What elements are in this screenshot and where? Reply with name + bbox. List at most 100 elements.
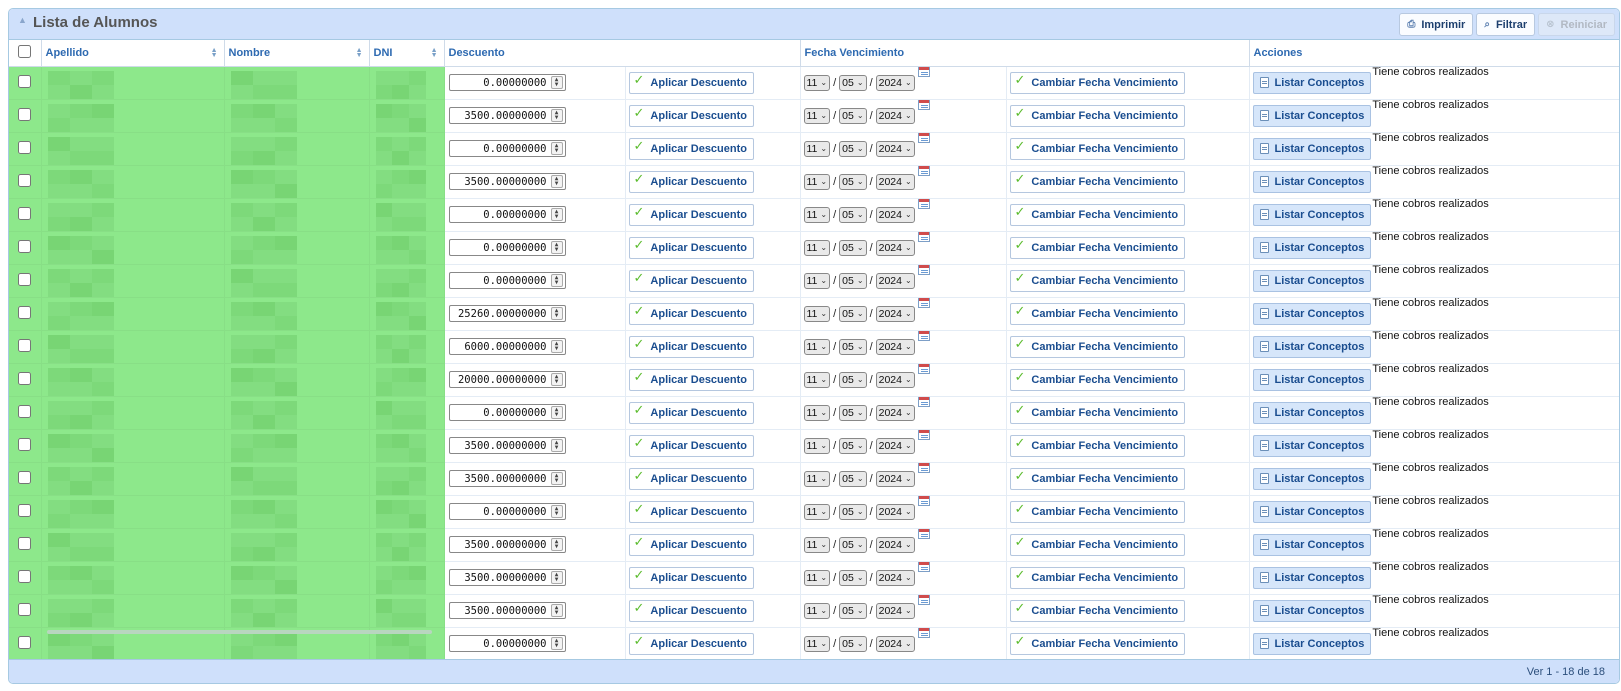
row-checkbox[interactable] (18, 272, 32, 286)
month-select[interactable]: 05 ⌄ (839, 536, 867, 553)
apply-discount-button[interactable]: ✓ Aplicar Descuento (628, 500, 754, 523)
row-checkbox[interactable] (18, 338, 32, 352)
month-select[interactable]: 05 ⌄ (839, 107, 867, 124)
spinner-icon[interactable]: ▲ ▼ (550, 373, 563, 386)
row-checkbox[interactable] (18, 635, 32, 649)
list-concepts-button[interactable]: Listar Conceptos (1252, 599, 1372, 622)
apply-discount-button[interactable]: ✓ Aplicar Descuento (628, 137, 754, 160)
list-concepts-button[interactable]: Listar Conceptos (1252, 533, 1372, 556)
month-select[interactable]: 05 ⌄ (839, 437, 867, 454)
month-select[interactable]: 05 ⌄ (839, 272, 867, 289)
month-select[interactable]: 05 ⌄ (839, 206, 867, 223)
change-date-button[interactable]: ✓ Cambiar Fecha Vencimiento (1009, 467, 1186, 490)
list-concepts-button[interactable]: Listar Conceptos (1252, 236, 1372, 259)
apply-discount-button[interactable]: ✓ Aplicar Descuento (628, 236, 754, 259)
day-select[interactable]: 11 ⌄ (803, 140, 831, 157)
month-select[interactable]: 05 ⌄ (839, 338, 867, 355)
apply-discount-button[interactable]: ✓ Aplicar Descuento (628, 335, 754, 358)
discount-input[interactable]: 25260.00000000 ▲ ▼ (448, 305, 566, 322)
spinner-icon[interactable]: ▲ ▼ (550, 538, 563, 551)
month-select[interactable]: 05 ⌄ (839, 569, 867, 586)
list-concepts-button[interactable]: Listar Conceptos (1252, 632, 1372, 655)
row-checkbox[interactable] (18, 371, 32, 385)
day-select[interactable]: 11 ⌄ (803, 437, 831, 454)
change-date-button[interactable]: ✓ Cambiar Fecha Vencimiento (1009, 335, 1186, 358)
discount-input[interactable]: 3500.00000000 ▲ ▼ (448, 107, 566, 124)
filter-button[interactable]: ⌕ Filtrar (1476, 13, 1536, 36)
calendar-icon[interactable] (917, 429, 930, 440)
column-header-dni[interactable]: DNI ▲ ▼ (369, 40, 445, 67)
day-select[interactable]: 11 ⌄ (803, 206, 831, 223)
discount-input[interactable]: 3500.00000000 ▲ ▼ (448, 602, 566, 619)
change-date-button[interactable]: ✓ Cambiar Fecha Vencimiento (1009, 203, 1186, 226)
change-date-button[interactable]: ✓ Cambiar Fecha Vencimiento (1009, 500, 1186, 523)
day-select[interactable]: 11 ⌄ (803, 404, 831, 421)
row-checkbox[interactable] (18, 602, 32, 616)
month-select[interactable]: 05 ⌄ (839, 305, 867, 322)
reset-button[interactable]: ⊗ Reiniciar (1538, 13, 1615, 36)
spinner-icon[interactable]: ▲ ▼ (550, 637, 563, 650)
apply-discount-button[interactable]: ✓ Aplicar Descuento (628, 203, 754, 226)
calendar-icon[interactable] (917, 330, 930, 341)
spinner-icon[interactable]: ▲ ▼ (550, 142, 563, 155)
discount-input[interactable]: 20000.00000000 ▲ ▼ (448, 371, 566, 388)
calendar-icon[interactable] (917, 264, 930, 275)
year-select[interactable]: 2024 ⌄ (875, 338, 915, 355)
month-select[interactable]: 05 ⌄ (839, 371, 867, 388)
change-date-button[interactable]: ✓ Cambiar Fecha Vencimiento (1009, 236, 1186, 259)
year-select[interactable]: 2024 ⌄ (875, 74, 915, 91)
change-date-button[interactable]: ✓ Cambiar Fecha Vencimiento (1009, 434, 1186, 457)
list-concepts-button[interactable]: Listar Conceptos (1252, 467, 1372, 490)
list-concepts-button[interactable]: Listar Conceptos (1252, 302, 1372, 325)
row-checkbox[interactable] (18, 140, 32, 154)
discount-input[interactable]: 6000.00000000 ▲ ▼ (448, 338, 566, 355)
change-date-button[interactable]: ✓ Cambiar Fecha Vencimiento (1009, 269, 1186, 292)
year-select[interactable]: 2024 ⌄ (875, 371, 915, 388)
change-date-button[interactable]: ✓ Cambiar Fecha Vencimiento (1009, 566, 1186, 589)
horizontal-scrollbar[interactable] (47, 630, 432, 634)
row-checkbox[interactable] (18, 107, 32, 121)
month-select[interactable]: 05 ⌄ (839, 140, 867, 157)
month-select[interactable]: 05 ⌄ (839, 602, 867, 619)
select-all-checkbox[interactable] (18, 44, 32, 58)
spinner-icon[interactable]: ▲ ▼ (550, 604, 563, 617)
apply-discount-button[interactable]: ✓ Aplicar Descuento (628, 533, 754, 556)
spinner-icon[interactable]: ▲ ▼ (550, 307, 563, 320)
apply-discount-button[interactable]: ✓ Aplicar Descuento (628, 566, 754, 589)
month-select[interactable]: 05 ⌄ (839, 404, 867, 421)
calendar-icon[interactable] (917, 99, 930, 110)
calendar-icon[interactable] (917, 627, 930, 638)
change-date-button[interactable]: ✓ Cambiar Fecha Vencimiento (1009, 302, 1186, 325)
spinner-icon[interactable]: ▲ ▼ (550, 109, 563, 122)
spinner-icon[interactable]: ▲ ▼ (550, 241, 563, 254)
change-date-button[interactable]: ✓ Cambiar Fecha Vencimiento (1009, 632, 1186, 655)
year-select[interactable]: 2024 ⌄ (875, 437, 915, 454)
list-concepts-button[interactable]: Listar Conceptos (1252, 434, 1372, 457)
day-select[interactable]: 11 ⌄ (803, 536, 831, 553)
column-header-nombre[interactable]: Nombre ▲ ▼ (224, 40, 370, 67)
calendar-icon[interactable] (917, 462, 930, 473)
change-date-button[interactable]: ✓ Cambiar Fecha Vencimiento (1009, 71, 1186, 94)
year-select[interactable]: 2024 ⌄ (875, 206, 915, 223)
discount-input[interactable]: 3500.00000000 ▲ ▼ (448, 569, 566, 586)
spinner-icon[interactable]: ▲ ▼ (550, 505, 563, 518)
row-checkbox[interactable] (18, 305, 32, 319)
apply-discount-button[interactable]: ✓ Aplicar Descuento (628, 368, 754, 391)
month-select[interactable]: 05 ⌄ (839, 173, 867, 190)
row-checkbox[interactable] (18, 569, 32, 583)
row-checkbox[interactable] (18, 437, 32, 451)
row-checkbox[interactable] (18, 536, 32, 550)
row-checkbox[interactable] (18, 74, 32, 88)
spinner-icon[interactable]: ▲ ▼ (550, 472, 563, 485)
day-select[interactable]: 11 ⌄ (803, 470, 831, 487)
apply-discount-button[interactable]: ✓ Aplicar Descuento (628, 104, 754, 127)
change-date-button[interactable]: ✓ Cambiar Fecha Vencimiento (1009, 368, 1186, 391)
year-select[interactable]: 2024 ⌄ (875, 470, 915, 487)
day-select[interactable]: 11 ⌄ (803, 371, 831, 388)
row-checkbox[interactable] (18, 173, 32, 187)
calendar-icon[interactable] (917, 198, 930, 209)
year-select[interactable]: 2024 ⌄ (875, 635, 915, 652)
calendar-icon[interactable] (917, 132, 930, 143)
day-select[interactable]: 11 ⌄ (803, 569, 831, 586)
month-select[interactable]: 05 ⌄ (839, 74, 867, 91)
